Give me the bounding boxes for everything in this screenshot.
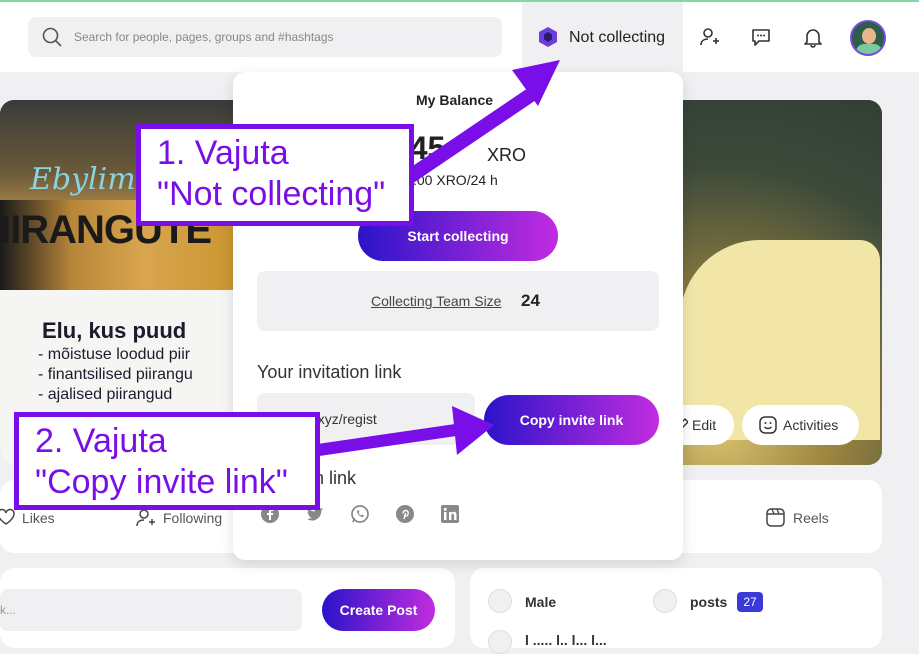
invitation-title: Your invitation link <box>257 362 402 382</box>
step2-line1: 2. Vajuta <box>35 422 167 460</box>
team-size-box: Collecting Team Size 24 <box>257 271 659 331</box>
create-post-button[interactable]: Create Post <box>322 589 435 631</box>
cover-heading: Elu, kus puud <box>42 318 187 343</box>
post-input[interactable]: k... <box>0 589 302 631</box>
gender-value: Male <box>525 594 557 610</box>
whatsapp-icon[interactable] <box>350 504 370 524</box>
copy-invite-link-button[interactable]: Copy invite link <box>484 395 659 445</box>
posts-count-badge: 27 <box>737 592 763 612</box>
avatar-body <box>856 44 882 54</box>
cover-list-item: - finantsilised piirangu <box>38 366 193 383</box>
linkedin-icon[interactable] <box>440 504 460 524</box>
following-icon <box>136 509 155 527</box>
step1-callout: 1. Vajuta "Not collecting" <box>136 124 414 226</box>
search-bar[interactable]: Search for people, pages, groups and #ha… <box>28 17 502 57</box>
cover-list-item: - mõistuse loodud piir <box>38 346 191 363</box>
tab-reels-label: Reels <box>793 510 829 526</box>
edit-label: Edit <box>692 417 717 433</box>
bell-icon[interactable] <box>802 26 824 48</box>
add-friend-icon[interactable] <box>698 26 720 48</box>
collect-status-label: Not collecting <box>569 29 666 46</box>
posts-icon <box>653 589 677 613</box>
team-size-link[interactable]: Collecting Team Size <box>371 293 501 309</box>
cover-script-text: Ebylim <box>30 162 136 197</box>
info-extra-text: l ..... l.. l... l... <box>525 632 607 648</box>
step1-line1: 1. Vajuta <box>157 134 289 172</box>
pinterest-icon[interactable] <box>395 504 415 524</box>
balance-unit: XRO <box>487 145 527 165</box>
user-avatar[interactable] <box>850 20 886 56</box>
cover-list-item: - ajalised piirangud <box>38 386 173 403</box>
activities-button[interactable]: Activities <box>742 405 859 445</box>
step2-line2: "Copy invite link" <box>35 463 288 501</box>
tab-likes-label: Likes <box>22 510 55 526</box>
messages-icon[interactable] <box>750 26 772 48</box>
info-extra-icon <box>488 630 512 654</box>
not-collecting-button[interactable]: Not collecting <box>522 2 683 72</box>
activities-icon <box>759 416 777 434</box>
reels-icon <box>766 508 785 527</box>
tab-following-label: Following <box>163 510 223 526</box>
search-icon <box>42 27 62 47</box>
step2-callout: 2. Vajuta "Copy invite link" <box>14 412 320 510</box>
gender-icon <box>488 589 512 613</box>
balance-title: My Balance <box>416 92 494 108</box>
post-input-placeholder: k... <box>0 603 17 617</box>
avatar-face <box>862 28 876 44</box>
activities-label: Activities <box>783 417 839 433</box>
profile-info-card: Male posts l ..... l.. l... l... <box>470 568 882 654</box>
hexagon-token-icon <box>539 27 557 47</box>
team-size-value: 24 <box>521 291 540 310</box>
top-navbar: Search for people, pages, groups and #ha… <box>0 2 919 72</box>
posts-label: posts <box>690 594 728 610</box>
step1-line2: "Not collecting" <box>157 175 386 213</box>
heart-icon <box>0 508 15 525</box>
search-placeholder: Search for people, pages, groups and #ha… <box>74 30 334 44</box>
create-post-card: k... Create Post <box>0 568 455 648</box>
balance-rate: .00 XRO/24 h <box>413 172 498 188</box>
